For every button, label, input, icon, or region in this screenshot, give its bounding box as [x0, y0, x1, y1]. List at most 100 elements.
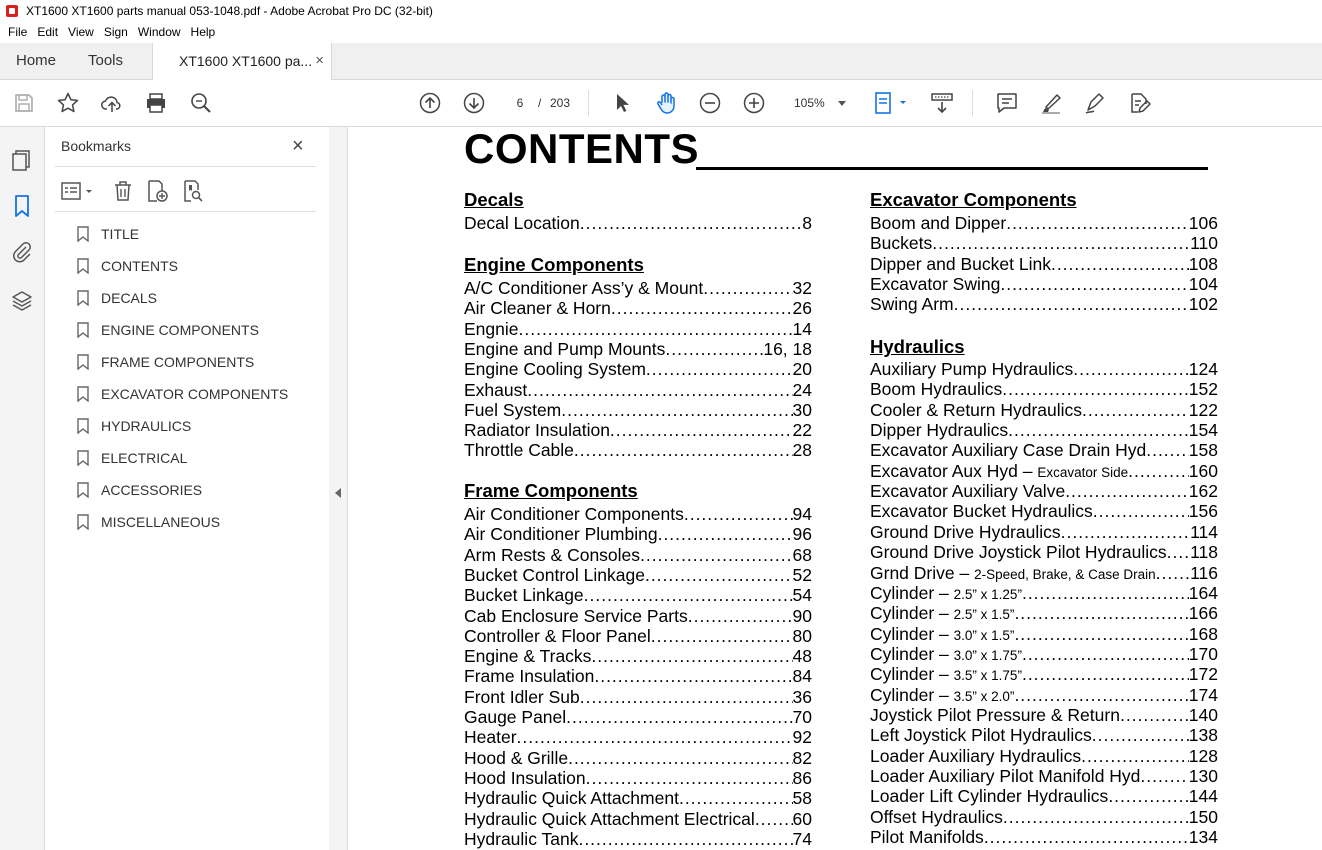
scroll-mode-icon[interactable] [930, 91, 954, 115]
toc-entry[interactable]: Cylinder – 3.5” x 1.75” 172 [870, 664, 1218, 684]
toc-entry[interactable]: Boom and Dipper 106 [870, 213, 1218, 233]
toc-entry[interactable]: Throttle Cable 28 [464, 440, 812, 460]
close-icon[interactable]: × [292, 136, 304, 156]
sign-pen-icon[interactable] [1083, 91, 1107, 115]
toc-entry[interactable]: Loader Lift Cylinder Hydraulics 144 [870, 786, 1218, 806]
previous-page-icon[interactable] [418, 91, 442, 115]
menu-edit[interactable]: Edit [37, 25, 58, 39]
toc-entry[interactable]: Hydraulic Tank 74 [464, 829, 812, 849]
toc-entry[interactable]: Arm Rests & Consoles 68 [464, 545, 812, 565]
toc-entry[interactable]: Hood & Grille 82 [464, 748, 812, 768]
toc-entry[interactable]: Auxiliary Pump Hydraulics 124 [870, 359, 1218, 379]
toc-entry[interactable]: Ground Drive Hydraulics 114 [870, 522, 1218, 542]
menu-sign[interactable]: Sign [104, 25, 128, 39]
bookmark-frame-components[interactable]: FRAME COMPONENTS [77, 350, 317, 374]
star-icon[interactable] [56, 91, 80, 115]
bookmark-decals[interactable]: DECALS [77, 286, 317, 310]
toc-entry[interactable]: Controller & Floor Panel 80 [464, 626, 812, 646]
hand-tool-icon[interactable] [654, 91, 678, 115]
toc-entry[interactable]: Engine & Tracks 48 [464, 646, 812, 666]
toc-entry[interactable]: Excavator Swing 104 [870, 274, 1218, 294]
bookmarks-panel-icon[interactable] [10, 194, 34, 218]
cloud-upload-icon[interactable] [100, 91, 124, 115]
highlight-pen-icon[interactable] [1039, 91, 1063, 115]
toc-entry[interactable]: Dipper and Bucket Link 108 [870, 254, 1218, 274]
menu-file[interactable]: File [8, 25, 27, 39]
collapse-panel-arrow-icon[interactable] [335, 488, 341, 498]
toc-entry[interactable]: Dipper Hydraulics 154 [870, 420, 1218, 440]
toc-entry[interactable]: Swing Arm 102 [870, 294, 1218, 314]
fit-page-icon[interactable] [872, 91, 912, 115]
toc-entry[interactable]: Joystick Pilot Pressure & Return 140 [870, 705, 1218, 725]
toc-entry[interactable]: Loader Auxiliary Hydraulics 128 [870, 746, 1218, 766]
menu-window[interactable]: Window [138, 25, 181, 39]
toc-entry[interactable]: Decal Location 8 [464, 213, 812, 233]
toc-entry[interactable]: Air Cleaner & Horn 26 [464, 298, 812, 318]
edit-pdf-icon[interactable] [1127, 91, 1151, 115]
toc-entry[interactable]: Ground Drive Joystick Pilot Hydraulics 11… [870, 542, 1218, 562]
toc-entry[interactable]: Loader Auxiliary Pilot Manifold Hyd 130 [870, 766, 1218, 786]
delete-bookmark-icon[interactable] [111, 179, 135, 203]
bookmark-engine-components[interactable]: ENGINE COMPONENTS [77, 318, 317, 342]
toc-entry[interactable]: Front Idler Sub 36 [464, 687, 812, 707]
zoom-level-dropdown[interactable]: 105% [786, 92, 852, 114]
toc-entry[interactable]: Excavator Bucket Hydraulics 156 [870, 501, 1218, 521]
bookmark-accessories[interactable]: ACCESSORIES [77, 478, 317, 502]
toc-entry[interactable]: Hood Insulation 86 [464, 768, 812, 788]
toc-entry[interactable]: Left Joystick Pilot Hydraulics 138 [870, 725, 1218, 745]
toc-entry[interactable]: Buckets 110 [870, 233, 1218, 253]
toc-entry[interactable]: Heater 92 [464, 727, 812, 747]
select-cursor-icon[interactable] [610, 91, 634, 115]
save-icon[interactable] [12, 91, 36, 115]
toc-entry[interactable]: Excavator Aux Hyd – Excavator Side 160 [870, 461, 1218, 481]
menu-view[interactable]: View [68, 25, 94, 39]
document-viewport[interactable]: CONTENTS Decals Decal Location 8 Engine … [348, 127, 1322, 850]
toc-entry[interactable]: A/C Conditioner Ass’y & Mount 32 [464, 278, 812, 298]
toc-entry[interactable]: Grnd Drive – 2-Speed, Brake, & Case Drai… [870, 563, 1218, 583]
bookmark-contents[interactable]: CONTENTS [77, 254, 317, 278]
search-zoom-icon[interactable] [189, 91, 213, 115]
next-page-icon[interactable] [462, 91, 486, 115]
bookmark-electrical[interactable]: ELECTRICAL [77, 446, 317, 470]
page-number-input[interactable]: 6 [504, 92, 536, 114]
toc-entry[interactable]: Bucket Linkage 54 [464, 585, 812, 605]
toc-entry[interactable]: Fuel System 30 [464, 400, 812, 420]
toc-entry[interactable]: Air Conditioner Components 94 [464, 504, 812, 524]
toc-entry[interactable]: Cylinder – 3.5” x 2.0” 174 [870, 685, 1218, 705]
toc-entry[interactable]: Hydraulic Quick Attachment 58 [464, 788, 812, 808]
bookmark-search-icon[interactable] [181, 179, 205, 203]
menu-help[interactable]: Help [191, 25, 216, 39]
toc-entry[interactable]: Pilot Manifolds 134 [870, 827, 1218, 847]
toc-entry[interactable]: Engine and Pump Mounts 16, 18 [464, 339, 812, 359]
zoom-out-icon[interactable] [698, 91, 722, 115]
toc-entry[interactable]: Excavator Auxiliary Valve 162 [870, 481, 1218, 501]
print-icon[interactable] [144, 91, 168, 115]
bookmark-options-icon[interactable] [60, 179, 96, 203]
toc-entry[interactable]: Cylinder – 3.0” x 1.75” 170 [870, 644, 1218, 664]
layers-icon[interactable] [10, 289, 34, 313]
toc-entry[interactable]: Cooler & Return Hydraulics 122 [870, 400, 1218, 420]
toc-entry[interactable]: Cylinder – 2.5” x 1.5” 166 [870, 603, 1218, 623]
toc-entry[interactable]: Bucket Control Linkage 52 [464, 565, 812, 585]
tab-tools[interactable]: Tools [88, 43, 123, 79]
page-thumbnails-icon[interactable] [10, 148, 34, 172]
tab-home[interactable]: Home [16, 43, 56, 79]
toc-entry[interactable]: Hydraulic Quick Attachment Electrical 60 [464, 809, 812, 829]
toc-entry[interactable]: Gauge Panel 70 [464, 707, 812, 727]
new-bookmark-icon[interactable] [145, 179, 169, 203]
toc-entry[interactable]: Excavator Auxiliary Case Drain Hyd 158 [870, 440, 1218, 460]
toc-entry[interactable]: Cab Enclosure Service Parts 90 [464, 606, 812, 626]
toc-entry[interactable]: Boom Hydraulics 152 [870, 379, 1218, 399]
toc-entry[interactable]: Radiator Insulation 22 [464, 420, 812, 440]
toc-entry[interactable]: Air Conditioner Plumbing 96 [464, 524, 812, 544]
toc-entry[interactable]: Exhaust 24 [464, 380, 812, 400]
tab-close-icon[interactable]: × [315, 43, 324, 79]
toc-entry[interactable]: Frame Insulation 84 [464, 666, 812, 686]
tab-document[interactable]: XT1600 XT1600 pa... × [152, 43, 332, 80]
comment-icon[interactable] [995, 91, 1019, 115]
toc-entry[interactable]: Cylinder – 2.5” x 1.25” 164 [870, 583, 1218, 603]
bookmark-title[interactable]: TITLE [77, 222, 317, 246]
toc-entry[interactable]: Engnie 14 [464, 319, 812, 339]
bookmark-excavator-components[interactable]: EXCAVATOR COMPONENTS [77, 382, 317, 406]
zoom-in-icon[interactable] [742, 91, 766, 115]
